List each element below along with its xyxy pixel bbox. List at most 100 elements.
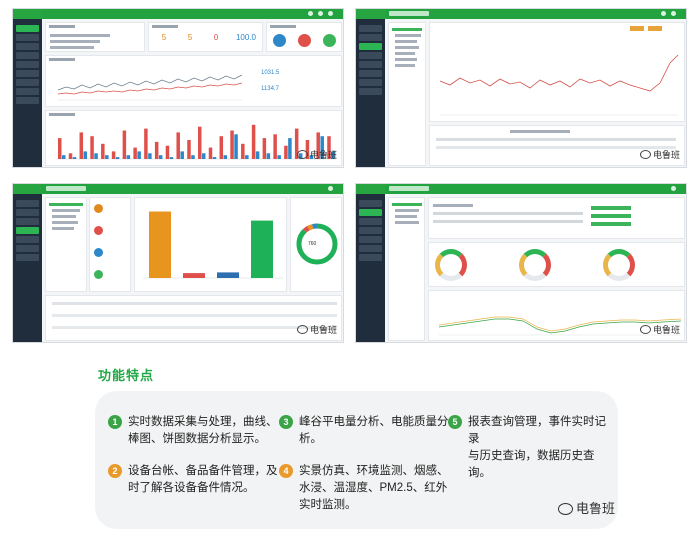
sidebar-item[interactable]	[16, 97, 39, 104]
bar	[202, 153, 206, 159]
sidebar-item[interactable]	[16, 236, 39, 243]
bar	[94, 153, 98, 159]
gauge-card	[428, 242, 685, 287]
screenshot-equipment: 760 电鲁班	[12, 183, 344, 343]
equipment-bar-card	[134, 197, 287, 292]
bar	[83, 151, 88, 159]
query-button[interactable]	[630, 26, 644, 31]
wechat-icon	[639, 325, 651, 334]
feature-item: 5 报表查询管理，事件实时记录 与历史查询，数据历史查询。	[448, 414, 613, 482]
sidebar-item[interactable]	[359, 70, 382, 77]
sidebar-item[interactable]	[16, 254, 39, 261]
sidebar-item[interactable]	[16, 34, 39, 41]
sidebar-item[interactable]	[16, 70, 39, 77]
bar	[217, 272, 239, 278]
sidebar-item[interactable]	[16, 25, 39, 32]
sidebar	[13, 184, 42, 342]
sidebar-item[interactable]	[359, 79, 382, 86]
sidebar-item[interactable]	[359, 88, 382, 95]
bar	[68, 153, 73, 159]
bar	[149, 211, 171, 278]
kpi-value: 5	[187, 33, 193, 42]
power-curve-chart	[439, 54, 679, 116]
sidebar-item[interactable]	[16, 245, 39, 252]
equipment-ring-chart	[296, 223, 338, 265]
sidebar-item[interactable]	[359, 236, 382, 243]
wechat-icon	[639, 150, 651, 159]
bar	[187, 140, 191, 159]
bar	[169, 157, 174, 159]
sidebar-item[interactable]	[16, 88, 39, 95]
sidebar-item[interactable]	[359, 254, 382, 261]
kpi-value: 100.0	[235, 33, 257, 42]
sidebar-item[interactable]	[359, 34, 382, 41]
kpi-value: 0	[213, 33, 219, 42]
bar	[262, 138, 267, 159]
bar	[144, 128, 148, 159]
top-bar	[42, 9, 343, 19]
bar	[137, 151, 141, 159]
bar	[234, 134, 238, 159]
bell-icon[interactable]	[318, 11, 323, 16]
sidebar-item[interactable]	[16, 218, 39, 225]
top-bar	[42, 184, 343, 194]
bar	[180, 151, 184, 159]
sidebar-item[interactable]	[359, 52, 382, 59]
wechat-icon	[558, 503, 573, 515]
feature-text: 峰谷平电量分析、电能质量分 析。	[299, 416, 449, 445]
feature-number: 3	[279, 415, 293, 429]
screenshot-curve: 电鲁班	[355, 8, 687, 168]
sidebar-item[interactable]	[359, 61, 382, 68]
reading-value: 1134.7	[261, 86, 279, 92]
bell-icon[interactable]	[661, 11, 666, 16]
feature-number: 5	[448, 415, 462, 429]
alarm-icon	[298, 34, 311, 47]
sidebar-item[interactable]	[359, 227, 382, 234]
trend-line-chart	[57, 74, 243, 101]
sidebar-item[interactable]	[16, 209, 39, 216]
export-button[interactable]	[648, 26, 662, 31]
watermark: 电鲁班	[296, 148, 337, 161]
kpi-value: 5	[161, 33, 167, 42]
feature-text: 设备台帐、备品备件管理，及 时了解各设备备件情况。	[128, 465, 278, 494]
feature-text: 报表查询管理，事件实时记录 与历史查询，数据历史查询。	[468, 416, 606, 479]
user-icon[interactable]	[308, 11, 313, 16]
bar	[105, 155, 109, 159]
settings-icon[interactable]	[671, 11, 676, 16]
sidebar-item[interactable]	[16, 227, 39, 234]
screenshot-dashboard: 5 5 0 100.0 1031.5 1134.7 电鲁班	[12, 8, 344, 168]
ring-center-value: 760	[308, 241, 317, 247]
bar	[255, 151, 260, 159]
screenshot-monitoring: 电鲁班	[355, 183, 687, 343]
sidebar-item[interactable]	[359, 218, 382, 225]
sidebar-item[interactable]	[16, 52, 39, 59]
trend-card: 1031.5 1134.7	[45, 55, 342, 107]
settings-icon[interactable]	[328, 11, 333, 16]
status-icon	[94, 248, 103, 257]
device-tree	[388, 22, 426, 166]
bar	[251, 124, 256, 159]
bar	[79, 132, 84, 159]
bar	[212, 157, 217, 159]
sidebar-item[interactable]	[359, 43, 382, 50]
device-info-card	[428, 197, 685, 239]
sidebar-item[interactable]	[16, 61, 39, 68]
features-title: 功能特点	[98, 368, 155, 383]
settings-icon[interactable]	[671, 186, 676, 191]
bar	[251, 220, 273, 278]
feature-text: 实时数据采集与处理，曲线、 棒图、饼图数据分析显示。	[128, 416, 278, 445]
sidebar-item[interactable]	[16, 43, 39, 50]
top-bar	[385, 184, 686, 194]
settings-icon[interactable]	[328, 186, 333, 191]
bar	[154, 141, 159, 159]
sidebar-item[interactable]	[359, 209, 382, 216]
sidebar-item[interactable]	[16, 79, 39, 86]
sidebar-item[interactable]	[359, 25, 382, 32]
bar	[245, 155, 249, 159]
sidebar-item[interactable]	[16, 200, 39, 207]
bar	[158, 155, 163, 159]
sidebar-item[interactable]	[359, 245, 382, 252]
sidebar-item[interactable]	[359, 200, 382, 207]
watermark: 电鲁班	[296, 323, 337, 336]
feature-item: 3 峰谷平电量分析、电能质量分 析。	[279, 414, 449, 448]
